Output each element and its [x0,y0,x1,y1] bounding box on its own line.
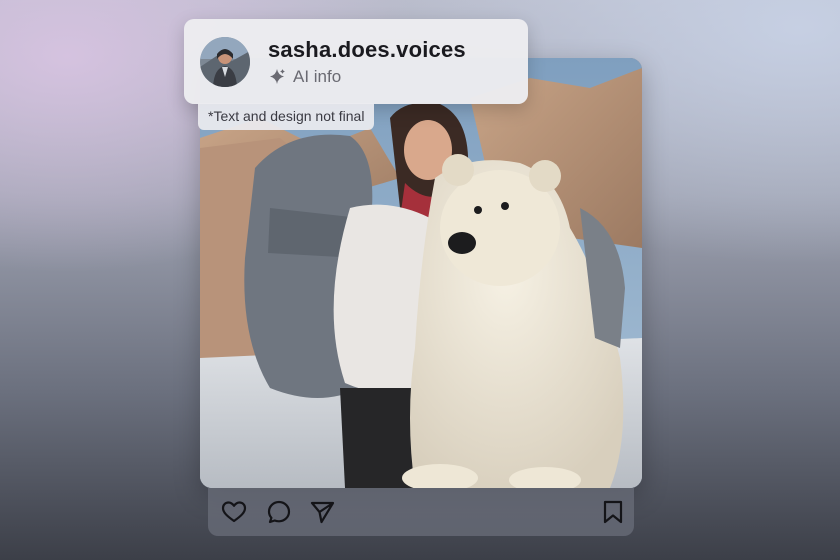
disclaimer-note: *Text and design not final [198,103,375,130]
bookmark-icon[interactable] [600,499,626,525]
username[interactable]: sasha.does.voices [268,37,466,63]
avatar[interactable] [200,37,250,87]
ai-info-link[interactable]: AI info [268,66,341,88]
sparkle-icon [270,69,285,84]
heart-icon[interactable] [221,499,247,525]
comment-icon[interactable] [266,499,292,525]
post-header: sasha.does.voices AI info [184,19,528,104]
ai-info-label: AI info [293,67,342,86]
share-icon[interactable] [309,499,335,525]
post-action-bar [208,488,634,536]
